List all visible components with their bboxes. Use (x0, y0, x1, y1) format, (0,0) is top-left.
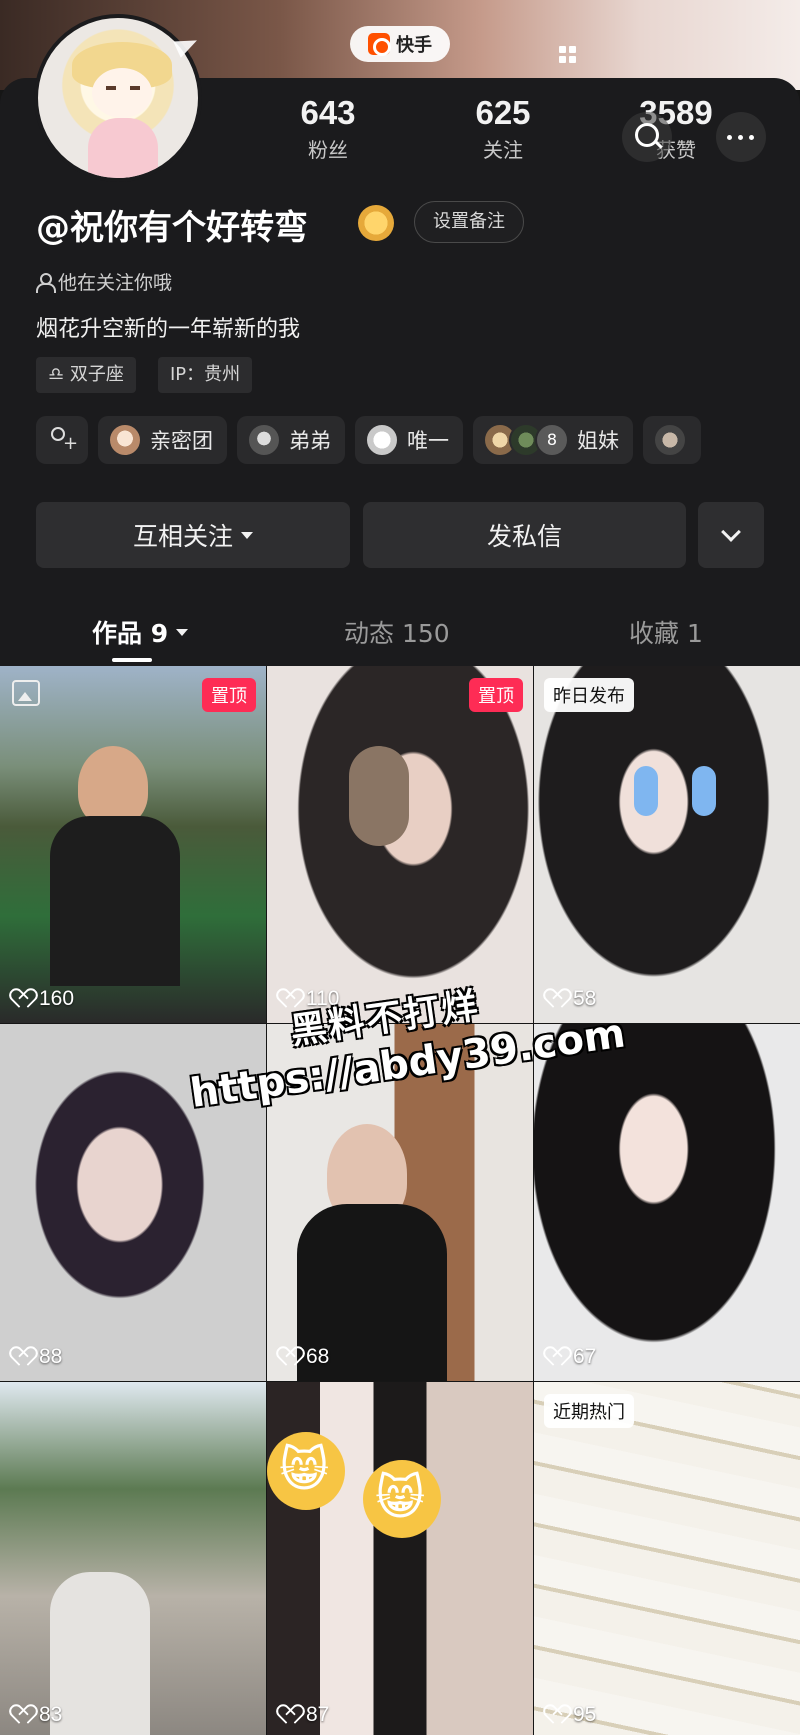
tag-ip-location: IP：贵州 (158, 357, 253, 393)
photo-subject (50, 1572, 150, 1735)
like-count-value: 88 (39, 1345, 63, 1368)
heart-icon (281, 1706, 301, 1724)
vip-badge-icon[interactable] (358, 205, 394, 241)
friend-group-label: 亲密团 (150, 429, 213, 453)
caret-down-icon (176, 628, 189, 636)
add-friend-button[interactable] (36, 416, 88, 464)
tab-moments[interactable]: 动态 150 (344, 614, 450, 650)
avatar-body (88, 118, 158, 178)
video-tile[interactable]: 近期热门 95 (534, 1382, 800, 1735)
like-count: 160 (14, 987, 74, 1011)
kuaishou-logo-icon (368, 33, 391, 56)
set-remark-button[interactable]: 设置备注 (414, 201, 524, 243)
expand-button[interactable] (698, 502, 764, 568)
tear-sticker (692, 766, 716, 816)
like-count-value: 67 (573, 1345, 597, 1368)
heart-icon (548, 1706, 568, 1724)
pinned-badge: 置顶 (469, 678, 523, 712)
tab-label: 作品 9 (92, 619, 169, 648)
like-count-value: 87 (306, 1703, 330, 1726)
app-logo-badge: 快手 (350, 26, 450, 62)
stat-value: 643 (300, 94, 356, 131)
follows-you-note: 他在关注你哦 (36, 268, 172, 295)
stat-fans[interactable]: 643 粉丝 (268, 94, 388, 163)
heart-icon (14, 990, 34, 1008)
like-count-value: 160 (39, 987, 75, 1010)
heart-icon (548, 1348, 568, 1366)
cat-sticker-icon (363, 1460, 441, 1538)
video-tile[interactable]: 87 (267, 1382, 533, 1735)
like-count: 68 (281, 1345, 329, 1369)
cat-sticker-icon (267, 1432, 345, 1510)
like-count-value: 83 (39, 1703, 63, 1726)
caret-down-icon (241, 531, 253, 539)
friend-group-chip[interactable]: 8 姐妹 (473, 416, 633, 464)
friend-avatar-stack: 8 (483, 423, 569, 457)
heart-icon (14, 1706, 34, 1724)
photo-subject (78, 746, 148, 826)
like-count: 83 (14, 1703, 62, 1727)
search-icon[interactable] (622, 112, 672, 162)
video-tile[interactable]: 67 (534, 1024, 800, 1381)
photo-subject (50, 816, 180, 986)
friend-group-label: 弟弟 (289, 429, 331, 453)
active-tab-indicator (112, 658, 152, 662)
like-count-value: 95 (573, 1703, 597, 1726)
pinned-badge: 置顶 (202, 678, 256, 712)
like-count: 87 (281, 1703, 329, 1727)
like-count: 67 (548, 1345, 596, 1369)
friend-group-label: 姐妹 (577, 429, 619, 453)
mutual-follow-label: 互相关注 (132, 522, 233, 551)
image-post-icon (12, 680, 40, 706)
friend-avatar (365, 423, 399, 457)
recent-badge: 昨日发布 (544, 678, 634, 712)
heart-icon (14, 1348, 34, 1366)
bio: 烟花升空新的一年崭新的我 (36, 317, 301, 342)
like-count-value: 68 (306, 1345, 330, 1368)
tab-favorites[interactable]: 收藏 1 (629, 614, 703, 650)
video-tile[interactable]: 置顶 110 (267, 666, 533, 1023)
friend-group-label: 唯一 (407, 429, 449, 453)
avatar-eye (130, 86, 140, 90)
stat-label: 关注 (483, 138, 523, 162)
mutual-follow-button[interactable]: 互相关注 (36, 502, 350, 568)
person-icon (36, 272, 56, 293)
friend-avatar (108, 423, 142, 457)
heart-icon (281, 1348, 301, 1366)
tear-sticker (634, 766, 658, 816)
content-tabs: 作品 9 动态 150 收藏 1 (0, 600, 800, 664)
follows-you-text: 他在关注你哦 (58, 272, 173, 294)
friend-groups-row: 亲密团 弟弟 唯一 8 姐妹 (36, 416, 701, 464)
video-tile[interactable]: 置顶 160 (0, 666, 266, 1023)
friend-group-chip[interactable] (643, 416, 701, 464)
chevron-down-icon (721, 522, 741, 542)
friend-count-avatar: 8 (535, 423, 569, 457)
friend-avatar (653, 423, 687, 457)
blur-patch (349, 746, 409, 846)
friend-group-chip[interactable]: 弟弟 (237, 416, 345, 464)
friend-avatar (247, 423, 281, 457)
friend-group-chip[interactable]: 亲密团 (98, 416, 227, 464)
like-count: 88 (14, 1345, 62, 1369)
more-icon[interactable] (716, 112, 766, 162)
send-message-button[interactable]: 发私信 (363, 502, 686, 568)
stat-value: 625 (475, 94, 531, 131)
like-count: 95 (548, 1703, 596, 1727)
tag-zodiac: ♎ 双子座 (36, 357, 136, 393)
add-friend-icon (49, 427, 78, 454)
app-name: 快手 (396, 35, 432, 56)
stat-label: 粉丝 (308, 138, 348, 162)
video-tile[interactable]: 83 (0, 1382, 266, 1735)
trending-badge: 近期热门 (544, 1394, 634, 1428)
friend-group-chip[interactable]: 唯一 (355, 416, 463, 464)
avatar-eye (106, 86, 116, 90)
tab-works[interactable]: 作品 9 (92, 614, 189, 650)
video-grid: 置顶 160 置顶 110 昨日发布 58 88 68 67 83 😸 😸 87… (0, 666, 800, 1735)
avatar-face (92, 68, 152, 118)
username: @祝你有个好转弯 (36, 208, 308, 248)
stat-following[interactable]: 625 关注 (443, 94, 563, 163)
